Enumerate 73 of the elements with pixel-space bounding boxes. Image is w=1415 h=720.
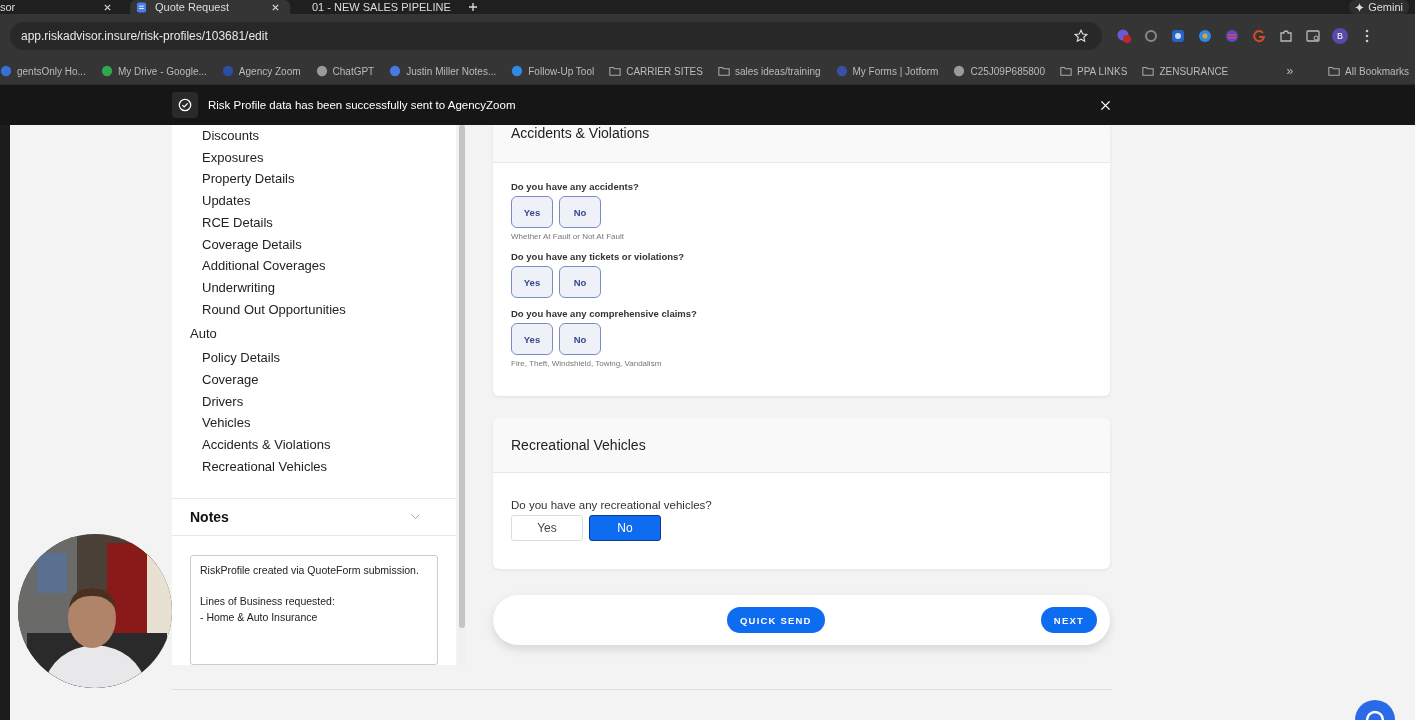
toast-message: Risk Profile data has been successfully sent to AgencyZoom [208, 99, 517, 111]
bookmark[interactable]: ChatGPT [315, 65, 375, 77]
bookmark[interactable]: sales ideas/training [717, 65, 821, 77]
bookmark[interactable]: gentsOnly Ho... [0, 65, 86, 77]
bookmark[interactable]: My Forms | Jotform [835, 65, 939, 77]
hint-text: Fire, Theft, Windshield, Towing, Vandalism [511, 359, 662, 368]
scrollbar-thumb[interactable] [459, 125, 465, 628]
folder-icon [1142, 65, 1155, 77]
bookmark[interactable]: CARRIER SITES [609, 65, 703, 77]
more-bookmarks-button[interactable]: » [1286, 64, 1294, 78]
nav-item[interactable]: Exposures [190, 146, 456, 169]
new-tab-icon[interactable] [468, 2, 478, 12]
bookmark[interactable]: C25J09P685800 [953, 65, 1045, 77]
yes-button[interactable]: Yes [511, 323, 553, 355]
browser-tab[interactable]: sor [0, 0, 122, 14]
bookmark[interactable]: My Drive - Google... [100, 65, 207, 77]
extension-icon[interactable] [1197, 28, 1213, 44]
bookmark[interactable]: Follow-Up Tool [511, 65, 595, 77]
browser-tab[interactable]: Quote Request [130, 0, 290, 14]
document-icon [136, 1, 147, 13]
nav-item[interactable]: Additional Coverages [190, 255, 456, 277]
nav-item[interactable]: Policy Details [190, 347, 456, 370]
nav-item[interactable]: Updates [190, 190, 456, 212]
bookmark[interactable]: ZENSURANCE [1142, 65, 1229, 77]
quick-send-button[interactable]: QUICK SEND [727, 607, 825, 633]
no-button[interactable]: No [559, 266, 601, 298]
nav-item[interactable]: Drivers [190, 390, 456, 413]
nav-item[interactable]: RCE Details [190, 211, 456, 234]
no-button[interactable]: No [589, 515, 661, 541]
folder-icon [717, 65, 730, 77]
browser-tab[interactable]: 01 - NEW SALES PIPELINE [298, 0, 458, 14]
question-label: Do you have any recreational vehicles? [511, 499, 712, 511]
yes-button[interactable]: Yes [511, 515, 583, 541]
folder-icon [1059, 65, 1072, 77]
question-label: Do you have any tickets or violations? [511, 251, 685, 262]
close-icon[interactable] [271, 2, 280, 12]
gemini-button[interactable]: Gemini [1349, 0, 1409, 14]
bookmark[interactable]: PPA LINKS [1059, 65, 1128, 77]
yes-button[interactable]: Yes [511, 266, 553, 298]
bookmark[interactable]: Justin Miller Notes... [389, 65, 497, 77]
hint-text: Whether At Fault or Not At Fault [511, 232, 624, 241]
yes-button[interactable]: Yes [511, 196, 553, 228]
question-label: Do you have any comprehensive claims? [511, 308, 697, 319]
nav-item[interactable]: Accidents & Violations [190, 434, 456, 456]
nav-item[interactable]: Round Out Opportunities [190, 298, 456, 321]
section-title: Recreational Vehicles [511, 437, 646, 453]
no-button[interactable]: No [559, 196, 601, 228]
notes-heading: Notes [190, 508, 229, 525]
sparkle-icon [1355, 2, 1365, 12]
nav-item[interactable]: Property Details [190, 168, 456, 191]
no-button[interactable]: No [559, 323, 601, 355]
nav-item[interactable]: Underwriting [190, 276, 456, 299]
folder-icon [1328, 65, 1341, 77]
question-label: Do you have any accidents? [511, 181, 639, 192]
next-button[interactable]: NEXT [1040, 607, 1097, 633]
folder-icon [609, 65, 622, 77]
nav-item[interactable]: Recreational Vehicles [190, 455, 456, 478]
check-circle-icon [178, 98, 192, 112]
address-bar[interactable]: app.riskadvisor.insure/risk-profiles/103681/edit [10, 22, 1102, 50]
profile-avatar[interactable]: B [1332, 28, 1348, 44]
notes-field[interactable]: RiskProfile created via QuoteForm submission. Lines of Business requested: - Home & Auto Insurance [190, 555, 438, 665]
extension-icon[interactable] [1170, 28, 1186, 44]
all-bookmarks-button[interactable]: All Bookmarks [1328, 65, 1409, 77]
nav-item[interactable]: Discounts [190, 125, 456, 147]
chat-icon[interactable] [1355, 700, 1395, 720]
nav-item[interactable]: Coverage Details [190, 233, 456, 256]
bookmark[interactable]: Agency Zoom [221, 65, 301, 77]
nav-group[interactable]: Auto [190, 321, 456, 348]
nav-item[interactable]: Coverage [190, 369, 456, 391]
star-icon[interactable] [1074, 29, 1088, 43]
section-title: Accidents & Violations [511, 125, 650, 141]
nav-item[interactable]: Vehicles [190, 412, 456, 435]
close-icon[interactable] [103, 2, 112, 12]
